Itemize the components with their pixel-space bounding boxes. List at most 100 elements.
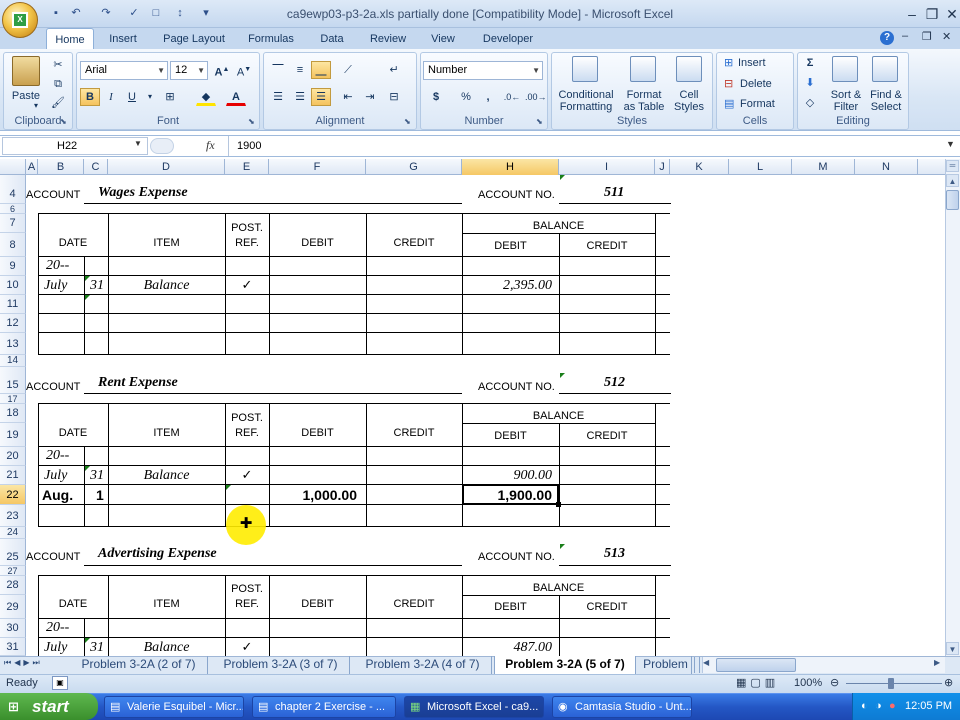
merge-center-icon[interactable]: ⊟	[384, 88, 404, 106]
network-icon[interactable]: ◐	[861, 693, 868, 720]
font-launcher-icon[interactable]: ⬊	[248, 117, 255, 126]
row-header-29[interactable]: 29	[0, 595, 26, 619]
tab-data[interactable]: Data	[312, 28, 352, 50]
font-size-combo[interactable]: 12 ▼	[170, 61, 208, 80]
scroll-right-icon[interactable]: ▶	[934, 658, 940, 667]
column-header-g[interactable]: G	[366, 159, 462, 175]
align-center-icon[interactable]: ☰	[290, 88, 310, 106]
fill-handle[interactable]	[556, 502, 561, 507]
close-icon[interactable]: ✕	[944, 6, 960, 22]
minimize-icon[interactable]: –	[904, 6, 920, 22]
column-header-e[interactable]: E	[225, 159, 269, 175]
taskbar-item-chapter[interactable]: ▤ chapter 2 Exercise - ...	[252, 696, 396, 718]
row-header-31[interactable]: 31	[0, 638, 26, 656]
row-header-7[interactable]: 7	[0, 214, 26, 233]
sheet-tab-4[interactable]: Problem 3-2A (4 of 7)	[354, 656, 492, 674]
shrink-font-icon[interactable]: A▼	[234, 61, 254, 79]
row-header-20[interactable]: 20	[0, 447, 26, 466]
office-button[interactable]: X	[2, 2, 38, 38]
vertical-scroll-thumb[interactable]	[946, 190, 959, 210]
increase-decimal-icon[interactable]: .0←	[502, 88, 522, 106]
row-header-11[interactable]: 11	[0, 295, 26, 314]
row-header-10[interactable]: 10	[0, 276, 26, 295]
column-header-b[interactable]: B	[38, 159, 84, 175]
borders-icon[interactable]: ⊞	[160, 88, 180, 106]
cut-icon[interactable]: ✂	[48, 56, 68, 74]
align-left-icon[interactable]: ☰	[268, 88, 288, 106]
underline-dropdown-icon[interactable]: ▾	[140, 88, 160, 106]
row-header-22[interactable]: 22	[0, 485, 26, 505]
fill-icon[interactable]: ⬇	[800, 74, 820, 92]
taskbar-item-word[interactable]: ▤ Valerie Esquibel - Micr...	[104, 696, 244, 718]
row-header-4[interactable]: 4	[0, 175, 26, 204]
zoom-out-icon[interactable]: ⊖	[830, 676, 839, 689]
align-top-icon[interactable]: ⎺	[268, 61, 288, 79]
find-select-line1[interactable]: Find &	[864, 89, 908, 101]
paste-dropdown-icon[interactable]: ▾	[26, 100, 46, 112]
formula-expand-icon[interactable]: ▼	[946, 139, 955, 149]
scroll-down-icon[interactable]: ▼	[946, 642, 959, 655]
tab-developer[interactable]: Developer	[474, 28, 542, 50]
restore-icon[interactable]: ❐	[924, 6, 940, 22]
row-header-23[interactable]: 23	[0, 505, 26, 527]
row-header-19[interactable]: 19	[0, 423, 26, 447]
number-format-combo[interactable]: Number ▼	[423, 61, 543, 80]
column-header-j[interactable]: J	[655, 159, 670, 175]
column-header-h[interactable]: H	[462, 159, 559, 175]
column-header-k[interactable]: K	[670, 159, 729, 175]
taskbar-item-camtasia[interactable]: ◉ Camtasia Studio - Unt...	[552, 696, 692, 718]
scroll-up-icon[interactable]: ▲	[946, 174, 959, 187]
ribbon-close-icon[interactable]: ✕	[942, 30, 951, 43]
row-header-25[interactable]: 25	[0, 539, 26, 566]
recording-icon[interactable]: ●	[889, 693, 896, 720]
worksheet-grid[interactable]: ACCOUNT Wages Expense ACCOUNT NO. 511 DA…	[26, 175, 945, 656]
row-header-18[interactable]: 18	[0, 404, 26, 423]
column-header-i[interactable]: I	[559, 159, 655, 175]
tab-page-layout[interactable]: Page Layout	[156, 28, 232, 50]
alignment-launcher-icon[interactable]: ⬊	[404, 117, 411, 126]
column-header-l[interactable]: L	[729, 159, 792, 175]
row-header-14[interactable]: 14	[0, 355, 26, 367]
format-painter-icon[interactable]: 🖌	[48, 94, 68, 112]
wrap-text-icon[interactable]: ↵	[384, 61, 404, 79]
ribbon-restore-icon[interactable]: ❐	[922, 30, 932, 43]
column-header-c[interactable]: C	[84, 159, 108, 175]
scroll-split-icon[interactable]: ═	[946, 160, 959, 172]
column-header-f[interactable]: F	[269, 159, 366, 175]
align-bottom-icon[interactable]: ⎽	[311, 61, 331, 79]
row-header-17[interactable]: 17	[0, 394, 26, 404]
conditional-formatting-icon[interactable]	[572, 56, 598, 82]
sort-filter-line1[interactable]: Sort &	[824, 89, 868, 101]
row-header-24[interactable]: 24	[0, 527, 26, 539]
format-cells-button[interactable]: Format	[740, 98, 775, 110]
name-box-dropdown-icon[interactable]: ▼	[134, 139, 142, 148]
font-name-combo[interactable]: Arial ▼	[80, 61, 168, 80]
clipboard-launcher-icon[interactable]: ⬊	[60, 117, 67, 126]
font-color-icon[interactable]: A	[226, 88, 246, 106]
row-header-28[interactable]: 28	[0, 576, 26, 595]
percent-button[interactable]: %	[456, 88, 476, 106]
start-button[interactable]: ⊞ start	[0, 693, 98, 720]
decrease-decimal-icon[interactable]: .00→	[524, 88, 547, 106]
number-launcher-icon[interactable]: ⬊	[536, 117, 543, 126]
zoom-slider[interactable]	[846, 683, 942, 684]
find-select-icon[interactable]	[872, 56, 898, 82]
sheet-nav-icon[interactable]: ⏮◀▶⏭	[4, 658, 43, 668]
tab-formulas[interactable]: Formulas	[242, 28, 300, 50]
cell-styles-icon[interactable]	[676, 56, 702, 82]
decrease-indent-icon[interactable]: ⇤	[338, 88, 358, 106]
taskbar-item-excel[interactable]: ▦ Microsoft Excel - ca9...	[404, 696, 544, 718]
view-buttons-icon[interactable]: ▦▢▥	[736, 676, 779, 689]
align-middle-icon[interactable]: ≡	[290, 61, 310, 79]
row-header-27[interactable]: 27	[0, 566, 26, 576]
volume-icon[interactable]: ◑	[875, 693, 882, 720]
row-header-13[interactable]: 13	[0, 333, 26, 355]
row-header-21[interactable]: 21	[0, 466, 26, 485]
formula-input[interactable]: 1900	[228, 136, 946, 156]
column-header-n[interactable]: N	[855, 159, 918, 175]
tab-home[interactable]: Home	[46, 28, 94, 50]
bold-button[interactable]: B	[80, 88, 100, 106]
format-as-table-line2[interactable]: as Table	[618, 101, 670, 113]
comma-button[interactable]: ,	[478, 88, 498, 106]
clear-icon[interactable]: ◇	[800, 94, 820, 112]
